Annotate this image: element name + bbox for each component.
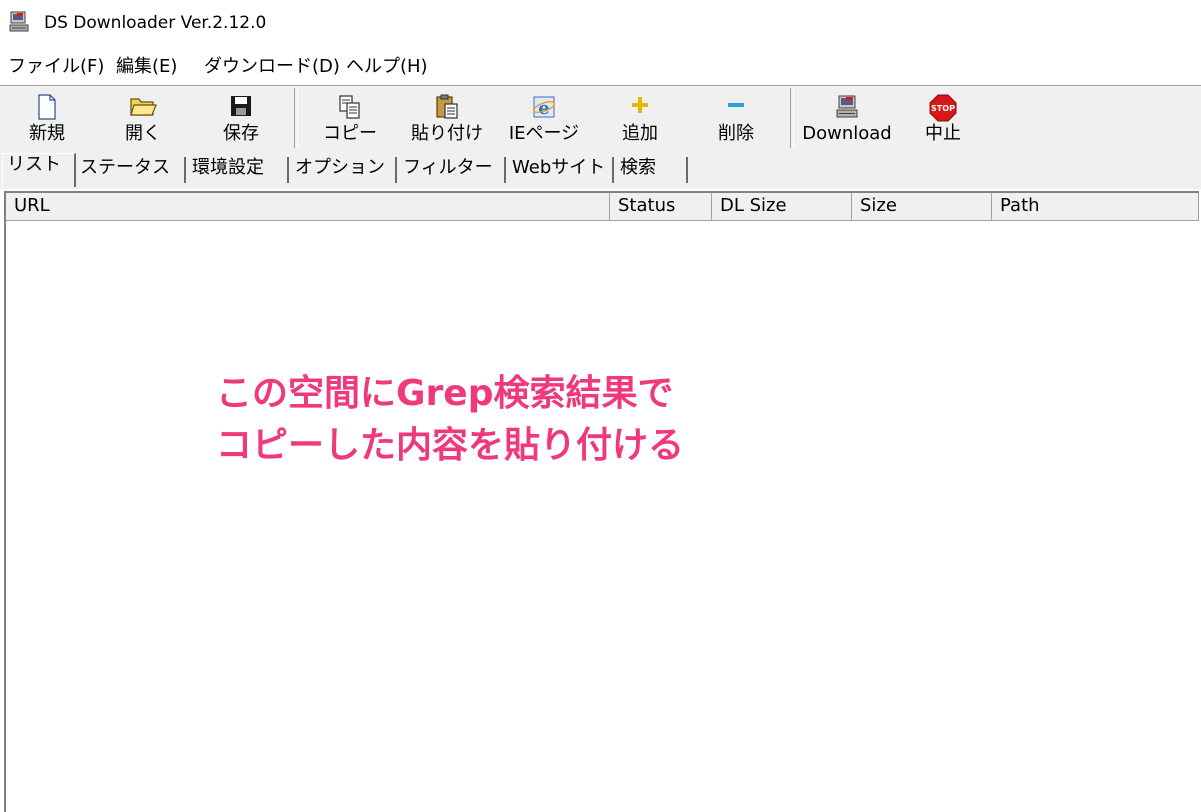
download-button[interactable]: Download [800, 90, 894, 148]
delete-label: 削除 [718, 123, 754, 144]
window-title: DS Downloader Ver.2.12.0 [44, 13, 267, 33]
save-button[interactable]: 保存 [196, 90, 286, 148]
list-header: URL Status DL Size Size Path [6, 193, 1201, 221]
copy-label: コピー [323, 123, 377, 144]
download-list[interactable]: URL Status DL Size Size Path [4, 191, 1199, 812]
menu-edit[interactable]: 編集(E) [116, 56, 177, 78]
column-url[interactable]: URL [6, 193, 610, 221]
tab-search[interactable]: 検索 [616, 157, 688, 183]
annotation-line-1: この空間にGrep検索結果で [216, 373, 674, 414]
add-label: 追加 [622, 123, 658, 144]
column-dl-size[interactable]: DL Size [712, 193, 852, 221]
annotation-text: この空間にGrep検索結果で コピーした内容を貼り付ける [216, 368, 684, 472]
toolbar: 新規 開く 保存 コピー 貼り付け e IEページ 追加 削除 Download… [0, 85, 1201, 153]
stop-sign-text: STOP [931, 104, 955, 113]
plus-icon [632, 97, 648, 113]
delete-button[interactable]: 削除 [692, 90, 780, 148]
new-label: 新規 [29, 123, 65, 144]
paste-button[interactable]: 貼り付け [402, 90, 492, 148]
annotation-line-2: コピーした内容を貼り付ける [216, 425, 685, 466]
title-bar: DS Downloader Ver.2.12.0 [0, 0, 1201, 48]
column-path[interactable]: Path [992, 193, 1199, 221]
open-button[interactable]: 開く [100, 90, 186, 148]
add-button[interactable]: 追加 [596, 90, 684, 148]
iepage-label: IEページ [508, 123, 580, 144]
menu-bar: ファイル(F) 編集(E) ダウンロード(D) ヘルプ(H) [0, 50, 1201, 84]
copy-icon [339, 95, 360, 119]
app-computer-icon [9, 11, 29, 32]
floppy-disk-icon [231, 96, 251, 116]
minus-icon [728, 103, 744, 107]
tab-websites[interactable]: Webサイト [508, 157, 614, 183]
new-button[interactable]: 新規 [4, 90, 90, 148]
tab-filter[interactable]: フィルター [399, 157, 506, 183]
tab-settings[interactable]: 環境設定 [188, 157, 289, 183]
new-document-icon [38, 94, 56, 120]
stop-sign-icon: STOP [929, 94, 957, 122]
toolbar-separator [294, 88, 298, 148]
toolbar-separator [790, 88, 794, 148]
tab-status[interactable]: ステータス [76, 157, 186, 183]
save-label: 保存 [223, 123, 259, 144]
open-folder-icon [130, 98, 157, 116]
copy-button[interactable]: コピー [306, 90, 394, 148]
tab-strip: リスト ステータス 環境設定 オプション フィルター Webサイト 検索 [0, 152, 1201, 189]
column-size[interactable]: Size [852, 193, 992, 221]
download-label: Download [802, 123, 892, 144]
paste-label: 貼り付け [411, 123, 483, 144]
stop-button[interactable]: STOP 中止 [900, 90, 986, 148]
internet-explorer-icon: e [532, 96, 556, 119]
download-computer-icon [836, 95, 858, 118]
paste-clipboard-icon [436, 94, 458, 119]
column-status[interactable]: Status [610, 193, 712, 221]
menu-download[interactable]: ダウンロード(D) [204, 56, 340, 78]
tab-options[interactable]: オプション [291, 157, 397, 183]
open-label: 開く [125, 123, 161, 144]
menu-file[interactable]: ファイル(F) [8, 56, 104, 78]
stop-label: 中止 [925, 123, 961, 144]
iepage-button[interactable]: e IEページ [498, 90, 590, 148]
tab-list[interactable]: リスト [2, 153, 76, 187]
menu-help[interactable]: ヘルプ(H) [346, 56, 428, 78]
